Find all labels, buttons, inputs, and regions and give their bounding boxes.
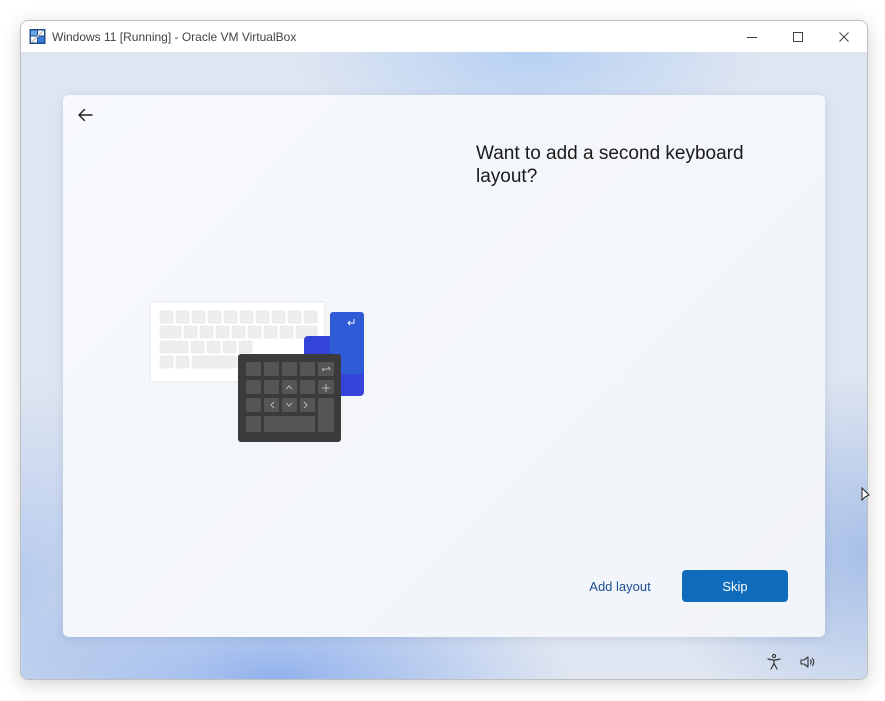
- keyboard-illustration: [149, 301, 364, 442]
- volume-icon[interactable]: [799, 653, 817, 671]
- add-layout-button[interactable]: Add layout: [579, 570, 661, 602]
- skip-button[interactable]: Skip: [682, 570, 788, 602]
- back-arrow-icon[interactable]: [75, 105, 95, 125]
- virtualbox-app-icon: [29, 29, 46, 44]
- maximize-icon: [793, 31, 803, 42]
- virtualbox-window: Windows 11 [Running] - Oracle VM Virtual…: [20, 20, 868, 680]
- page-title: Want to add a second keyboard layout?: [476, 143, 744, 187]
- maximize-button[interactable]: [775, 21, 821, 52]
- oobe-tray: [765, 653, 817, 671]
- window-controls: [729, 21, 867, 52]
- close-icon: [839, 31, 849, 42]
- mouse-cursor-icon: [861, 487, 870, 502]
- vm-display[interactable]: Want to add a second keyboard layout? Ad…: [21, 52, 867, 679]
- minimize-icon: [747, 36, 757, 38]
- title-bar[interactable]: Windows 11 [Running] - Oracle VM Virtual…: [21, 21, 867, 52]
- close-button[interactable]: [821, 21, 867, 52]
- accessibility-icon[interactable]: [765, 653, 783, 671]
- minimize-button[interactable]: [729, 21, 775, 52]
- window-title: Windows 11 [Running] - Oracle VM Virtual…: [52, 29, 297, 44]
- oobe-dialog: Want to add a second keyboard layout? Ad…: [63, 95, 825, 637]
